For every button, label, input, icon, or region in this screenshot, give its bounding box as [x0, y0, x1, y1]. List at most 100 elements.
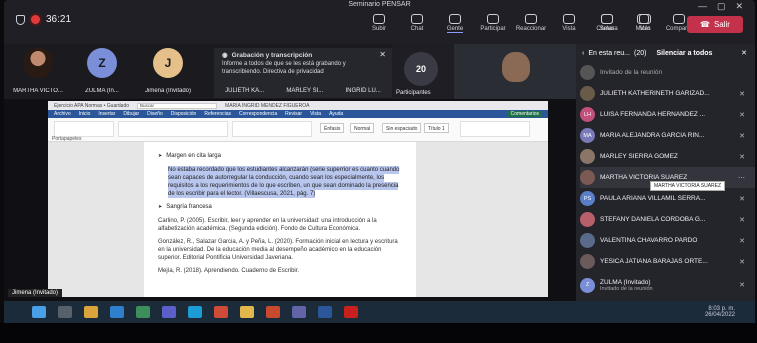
camera-button[interactable]: Cámara [594, 14, 620, 32]
video-tile[interactable]: Z ZULMA (In... [70, 46, 134, 96]
style-no-spacing[interactable]: Sin espaciado [382, 123, 422, 133]
video-tile[interactable]: J Jimena (Invitado) [136, 46, 200, 96]
minimize-icon[interactable]: — [698, 1, 707, 12]
clipboard-group[interactable] [54, 121, 114, 137]
self-video-tile[interactable] [454, 44, 576, 99]
video-tile[interactable]: MARTHA VICTO... [6, 46, 70, 96]
tab-diseno[interactable]: Diseño [147, 111, 163, 117]
mic-button[interactable]: Micro [630, 14, 656, 32]
edge-icon[interactable] [188, 306, 202, 318]
participant-item[interactable]: MA MARIA ALEJANDRA GARCIA RIN... ✕ [580, 125, 755, 146]
mic-muted-icon: ✕ [739, 258, 745, 266]
tab-vista[interactable]: Vista [310, 111, 321, 117]
participant-item[interactable]: LH LUISA FERNANDA HERNANDEZ ... ✕ [580, 104, 755, 125]
participant-item[interactable]: PS PAULA ARIANA VILLAMIL SERRA... ✕ [580, 188, 755, 209]
style-heading1[interactable]: Título 1 [424, 123, 449, 133]
monitor-bezel [0, 323, 757, 343]
tab-dibujar[interactable]: Dibujar [123, 111, 139, 117]
participants-count-tile[interactable]: 20 Participantes [392, 44, 454, 99]
word-icon[interactable] [318, 306, 332, 318]
participant-item[interactable]: Invitado de la reunión [580, 62, 755, 83]
avatar: J [153, 48, 183, 78]
participant-list: Invitado de la reunión JULIETH KATHERINE… [576, 62, 755, 298]
participant-item[interactable]: VALENTINA CHAVARRO PARDO ✕ [580, 230, 755, 251]
meeting-timer: 36:21 [46, 14, 72, 25]
record-dot-icon [31, 15, 40, 24]
tool-gente[interactable]: Gente [440, 14, 470, 33]
font-group[interactable] [118, 121, 228, 137]
files-icon[interactable] [84, 306, 98, 318]
avatar [580, 65, 595, 80]
participant-count: (20) [633, 49, 647, 57]
chrome-icon[interactable] [214, 306, 228, 318]
participant-item[interactable]: MARTHA VICTORIA SUAREZ ⋯ MARTHA VICTORIA… [580, 167, 755, 191]
folder-icon[interactable] [240, 306, 254, 318]
comments-button[interactable]: Comentarios [507, 111, 542, 117]
reference-entry: Carlino, P. (2005). Escribir, leer y apr… [158, 218, 377, 232]
tab-revisar[interactable]: Revisar [285, 111, 302, 117]
doc-search-box[interactable]: Buscar [137, 102, 218, 109]
powerpoint-icon[interactable] [266, 306, 280, 318]
smile-icon [525, 14, 537, 24]
teams-icon[interactable] [162, 306, 176, 318]
teams-icon-2[interactable] [292, 306, 306, 318]
editing-group[interactable] [460, 121, 530, 137]
shield-icon [16, 14, 25, 25]
style-normal[interactable]: Normal [350, 123, 375, 133]
avatar [580, 149, 595, 164]
more-options-icon[interactable]: ⋯ [738, 174, 745, 182]
tool-chat[interactable]: Chat [402, 14, 432, 33]
maximize-icon[interactable]: ▢ [717, 1, 726, 12]
close-panel-icon[interactable]: ✕ [741, 49, 747, 57]
mail-icon[interactable] [110, 306, 124, 318]
tab-archivo[interactable]: Archivo [54, 111, 71, 117]
search-icon[interactable] [58, 306, 72, 318]
record-icon: ◉ [222, 52, 228, 59]
tool-vista[interactable]: Vista [554, 14, 584, 33]
tool-reaccionar[interactable]: Reaccionar [516, 14, 546, 33]
participant-item[interactable]: JULIETH KATHERINETH GARIZAD... ✕ [580, 83, 755, 104]
share-icon [373, 14, 385, 24]
recording-indicator: 36:21 [16, 14, 71, 25]
tile-name[interactable]: INGRID LU... [346, 88, 381, 94]
participant-item[interactable]: STEFANY DANIELA CORDOBA G... ✕ [580, 209, 755, 230]
window-title: Seminario PENSAR [348, 1, 411, 8]
mic-muted-icon: ✕ [739, 153, 745, 161]
ribbon-tabs: Archivo Inicio Insertar Dibujar Diseño D… [48, 110, 548, 118]
tab-ayuda[interactable]: Ayuda [329, 111, 343, 117]
tab-disposicion[interactable]: Disposición [171, 111, 197, 117]
participants-panel: ‹ En esta reu... (20) Silenciar a todos … [576, 44, 755, 301]
mic-muted-icon: ✕ [739, 216, 745, 224]
windows-taskbar: 8:03 p. m. 26/04/2022 [4, 301, 755, 323]
window-controls: — ▢ ✕ [698, 1, 743, 12]
windows-icon[interactable] [32, 306, 46, 318]
leave-button[interactable]: ☎ Salir [687, 16, 743, 33]
tool-participar[interactable]: Participar [478, 14, 508, 33]
mute-all-button[interactable]: Silenciar a todos [656, 50, 712, 57]
tab-inicio[interactable]: Inicio [79, 111, 91, 117]
store-icon[interactable] [136, 306, 150, 318]
acrobat-icon[interactable] [344, 306, 358, 318]
tile-name[interactable]: MARLEY SI... [286, 88, 323, 94]
tab-correspondencia[interactable]: Correspondencia [239, 111, 277, 117]
share-up-icon [673, 14, 685, 24]
participant-item[interactable]: Z ZULMA (Invitado) Invitado de la reunió… [580, 272, 755, 298]
document-canvas: Margen en cita larga No estaba recordado… [48, 142, 548, 297]
tab-referencias[interactable]: Referencias [204, 111, 231, 117]
paragraph-group[interactable] [232, 121, 312, 137]
participant-item[interactable]: MARLEY SIERRA GÓMEZ ✕ [580, 146, 755, 167]
system-clock[interactable]: 8:03 p. m. 26/04/2022 [705, 306, 735, 318]
tab-insertar[interactable]: Insertar [98, 111, 115, 117]
close-window-icon[interactable]: ✕ [735, 1, 743, 12]
mic-muted-icon: ✕ [739, 90, 745, 98]
document-page[interactable]: Margen en cita larga No estaba recordado… [144, 142, 416, 297]
chevron-left-icon[interactable]: ‹ [582, 50, 584, 57]
close-icon[interactable]: ✕ [379, 51, 386, 59]
style-emphasis[interactable]: Énfasis [320, 123, 345, 133]
panel-header: ‹ En esta reu... (20) Silenciar a todos … [576, 44, 755, 62]
participant-item[interactable]: YESICA JATIANA BARAJAS ORTE... ✕ [580, 251, 755, 272]
shared-screen: Ejercicio APA Normas • Guardado Buscar M… [4, 99, 576, 301]
mic-muted-icon: ✕ [739, 282, 745, 289]
tool-subir[interactable]: Subir [364, 14, 394, 33]
tile-name[interactable]: JULIETH KA... [225, 88, 264, 94]
